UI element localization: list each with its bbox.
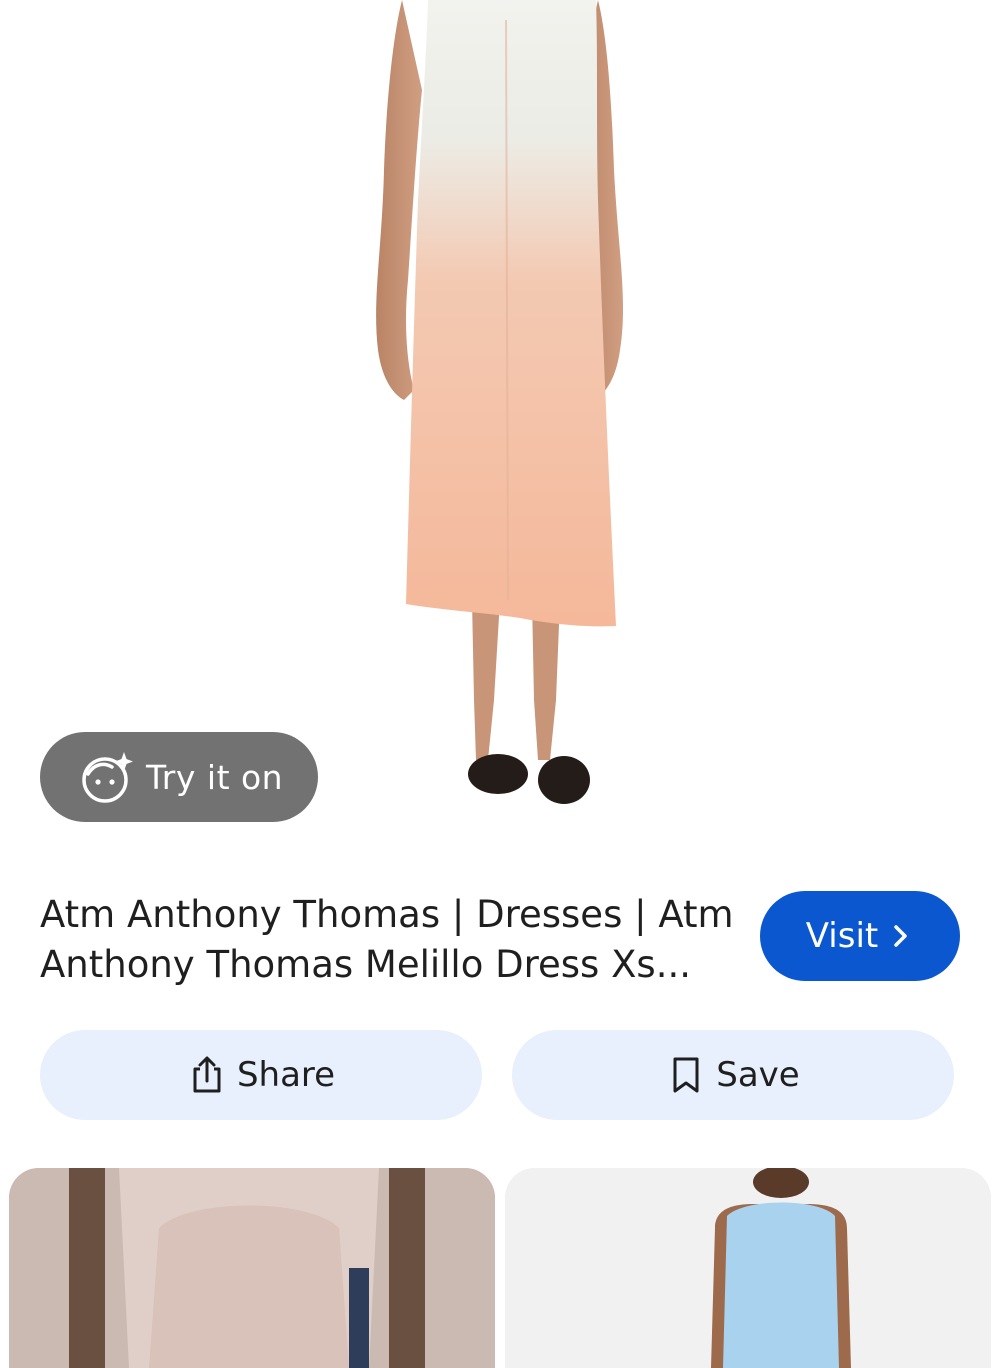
chevron-right-icon [886,922,914,950]
visit-button[interactable]: Visit [760,891,960,981]
product-image[interactable] [0,0,1000,860]
sparkle-face-icon [80,750,134,804]
related-result-image[interactable] [9,1168,495,1368]
bookmark-icon [666,1055,706,1095]
blue-dress-model-image [505,1168,991,1368]
share-icon [187,1055,227,1095]
share-button[interactable]: Share [40,1030,482,1120]
result-title[interactable]: Atm Anthony Thomas | Dresses | Atm Antho… [40,890,740,990]
save-label: Save [716,1055,800,1095]
dress-illustration [376,0,624,804]
visit-label: Visit [805,916,879,956]
share-label: Share [236,1055,336,1095]
try-it-on-label: Try it on [146,757,284,797]
save-button[interactable]: Save [512,1030,954,1120]
try-it-on-button[interactable]: Try it on [40,732,318,822]
related-result-image[interactable] [505,1168,991,1368]
mirror-selfie-dress-image [9,1168,495,1368]
